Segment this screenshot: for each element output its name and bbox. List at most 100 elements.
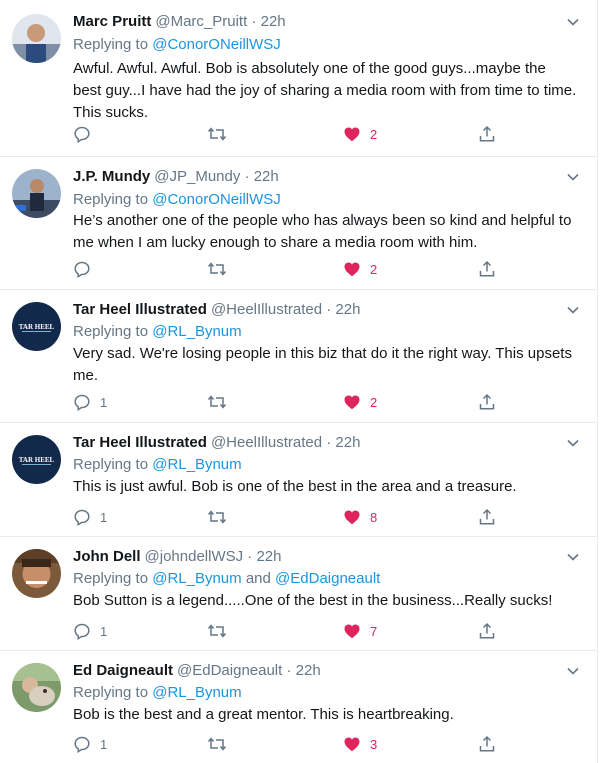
mention-link[interactable]: @ConorONeillWSJ [152,191,281,208]
avatar[interactable] [12,169,61,218]
like-button[interactable]: 3 [343,734,377,754]
retweet-button[interactable] [207,259,227,279]
retweet-icon [207,395,227,409]
reply-icon [74,509,90,526]
tweet[interactable]: TAR HEEL Tar Heel Illustrated @HeelIllust… [0,423,598,537]
like-button[interactable]: 2 [343,392,377,412]
author-name[interactable]: Tar Heel Illustrated [73,301,207,318]
share-icon [479,260,495,277]
reply-button[interactable]: 1 [73,507,107,527]
tweet[interactable]: TAR HEEL Tar Heel Illustrated @HeelIllust… [0,290,598,423]
reply-button[interactable]: 1 [73,621,107,641]
retweet-button[interactable] [207,124,227,144]
retweet-icon [207,262,227,276]
author-handle[interactable]: @Marc_Pruitt [155,13,247,30]
chevron-down-icon[interactable] [566,303,580,317]
author-name[interactable]: J.P. Mundy [73,168,150,185]
author-handle[interactable]: @JP_Mundy [154,168,240,185]
author-name[interactable]: John Dell [73,548,141,565]
tweet-text: Bob is the best and a great mentor. This… [73,706,454,723]
retweet-button[interactable] [207,507,227,527]
mention-link[interactable]: @EdDaigneault [275,570,380,587]
tweet[interactable]: Ed Daigneault @EdDaigneault · 22h Replyin… [0,651,598,763]
timestamp[interactable]: 22h [335,301,360,318]
mention-link[interactable]: @RL_Bynum [152,456,241,473]
timestamp[interactable]: 22h [296,662,321,679]
avatar[interactable] [12,549,61,598]
tweet-actions: 1 8 [73,507,513,527]
reply-button[interactable]: 1 [73,734,107,754]
avatar[interactable]: TAR HEEL [12,435,61,484]
replying-to-label: Replying to [73,36,149,53]
timestamp[interactable]: 22h [261,13,286,30]
replying-to: Replying to @RL_Bynum [73,455,242,475]
retweet-icon [207,624,227,638]
tweet-actions: 1 7 [73,621,513,641]
timestamp[interactable]: 22h [254,168,279,185]
avatar[interactable] [12,14,61,63]
tweet-text: Very sad. We're losing people in this bi… [73,345,572,384]
reply-icon [74,126,90,143]
like-button[interactable]: 7 [343,621,377,641]
avatar-logo-text: TAR HEEL [19,323,55,331]
author-handle[interactable]: @HeelIllustrated [211,301,322,318]
replying-to-label: Replying to [73,684,149,701]
share-button[interactable] [478,392,496,412]
share-button[interactable] [478,259,496,279]
chevron-down-icon[interactable] [566,550,580,564]
separator-dot: · [251,13,257,30]
like-count: 2 [370,394,378,410]
share-button[interactable] [478,734,496,754]
retweet-icon [207,737,227,751]
retweet-icon [207,510,227,524]
mention-link[interactable]: @ConorONeillWSJ [152,36,281,53]
separator-dot: · [326,301,332,318]
tweet-actions: 2 [73,259,513,279]
tweet[interactable]: J.P. Mundy @JP_Mundy · 22h Replying to @C… [0,157,598,290]
share-button[interactable] [478,507,496,527]
chevron-down-icon[interactable] [566,170,580,184]
reply-button[interactable] [73,124,100,144]
retweet-button[interactable] [207,392,227,412]
timestamp[interactable]: 22h [335,434,360,451]
chevron-down-icon[interactable] [566,15,580,29]
share-icon [479,393,495,410]
like-button[interactable]: 2 [343,259,377,279]
author-name[interactable]: Ed Daigneault [73,662,173,679]
mention-link[interactable]: @RL_Bynum [152,570,241,587]
heart-icon [344,262,360,277]
timestamp[interactable]: 22h [256,548,281,565]
avatar[interactable] [12,663,61,712]
replying-to-label: Replying to [73,456,149,473]
retweet-button[interactable] [207,734,227,754]
author-handle[interactable]: @HeelIllustrated [211,434,322,451]
reply-button[interactable]: 1 [73,392,107,412]
like-button[interactable]: 2 [343,124,377,144]
reply-icon [74,261,90,278]
author-name[interactable]: Marc Pruitt [73,13,151,30]
tweet-actions: 1 3 [73,734,513,754]
tweet[interactable]: Marc Pruitt @Marc_Pruitt · 22h Replying t… [0,0,598,157]
replying-to: Replying to @RL_Bynum and @EdDaigneault [73,569,380,589]
avatar[interactable]: TAR HEEL [12,302,61,351]
share-button[interactable] [478,621,496,641]
author-handle[interactable]: @EdDaigneault [177,662,282,679]
like-button[interactable]: 8 [343,507,377,527]
mention-link[interactable]: @RL_Bynum [152,323,241,340]
chevron-down-icon[interactable] [566,664,580,678]
tweet-text: He’s another one of the people who has a… [73,212,572,251]
tweet[interactable]: John Dell @johndellWSJ · 22h Replying to … [0,537,598,651]
replying-to-label: Replying to [73,323,149,340]
replying-to-label: Replying to [73,570,149,587]
author-handle[interactable]: @johndellWSJ [145,548,244,565]
chevron-down-icon[interactable] [566,436,580,450]
share-button[interactable] [478,124,496,144]
separator-dot: · [244,168,250,185]
reply-icon [74,736,90,753]
like-count: 8 [370,509,378,525]
author-name[interactable]: Tar Heel Illustrated [73,434,207,451]
mention-link[interactable]: @RL_Bynum [152,684,241,701]
retweet-button[interactable] [207,621,227,641]
reply-button[interactable] [73,259,100,279]
reply-count: 1 [100,736,108,752]
